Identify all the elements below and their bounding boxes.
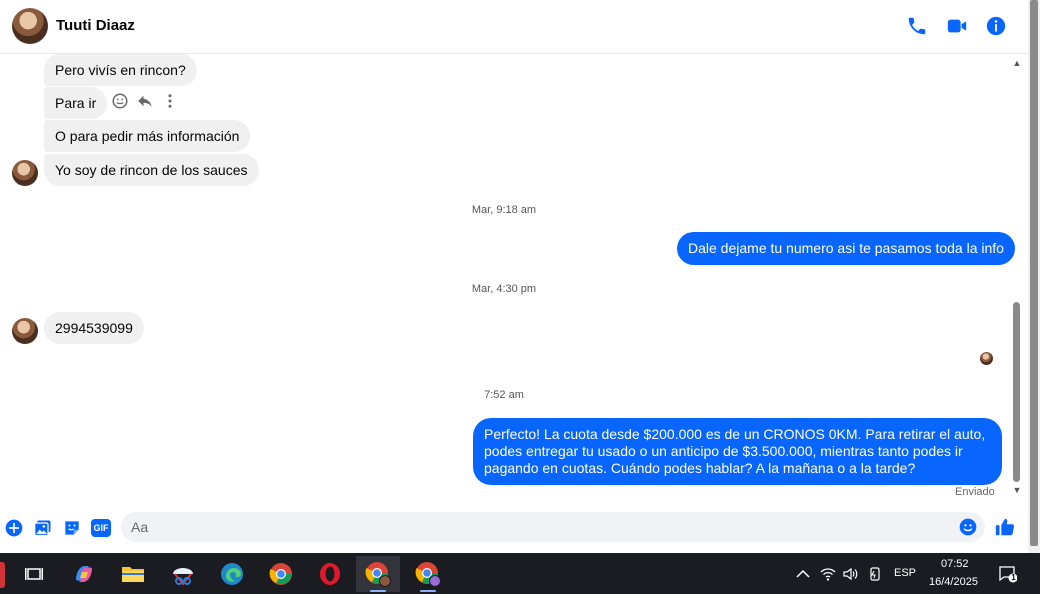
app-edge-icon[interactable] — [0, 562, 5, 588]
info-icon[interactable] — [985, 15, 1007, 37]
sticker-icon[interactable] — [62, 518, 82, 538]
incoming-message[interactable]: Para ir — [44, 87, 108, 119]
copilot-icon[interactable] — [62, 556, 106, 592]
chrome-profile-2-icon[interactable] — [406, 556, 450, 592]
incoming-message[interactable]: O para pedir más información — [44, 120, 251, 152]
chrome-icon[interactable] — [259, 556, 303, 592]
clock-time[interactable]: 07:52 — [941, 558, 969, 570]
message-input[interactable] — [121, 512, 985, 542]
contact-avatar-small[interactable] — [12, 318, 38, 344]
contact-name[interactable]: Tuuti Diaaz — [56, 17, 135, 34]
notification-count: 1 — [1011, 573, 1016, 582]
task-view-icon[interactable] — [12, 556, 56, 592]
language-indicator[interactable]: ESP — [894, 567, 916, 579]
reply-icon[interactable] — [136, 92, 154, 110]
battery-icon[interactable] — [867, 566, 883, 582]
phone-icon[interactable] — [906, 15, 928, 37]
snipping-tool-icon[interactable] — [161, 556, 205, 592]
chat-header: Tuuti Diaaz — [0, 0, 1028, 54]
clock-date[interactable]: 16/4/2025 — [929, 576, 978, 588]
more-options-icon[interactable] — [161, 92, 179, 110]
photo-icon[interactable] — [33, 518, 53, 538]
seen-receipt-avatar — [980, 352, 993, 365]
incoming-message[interactable]: 2994539099 — [44, 312, 144, 344]
scroll-up-arrow-icon[interactable]: ▲ — [1011, 58, 1023, 68]
volume-icon[interactable] — [843, 566, 859, 582]
opera-icon[interactable] — [308, 556, 352, 592]
window-scrollbar-thumb[interactable] — [1030, 0, 1038, 546]
plus-icon[interactable] — [4, 518, 24, 538]
outgoing-message[interactable]: Dale dejame tu numero asi te pasamos tod… — [677, 232, 1015, 265]
file-explorer-icon[interactable] — [111, 556, 155, 592]
wifi-icon[interactable] — [820, 566, 836, 582]
chevron-up-icon[interactable] — [795, 566, 811, 582]
edge-icon[interactable] — [210, 556, 254, 592]
emoji-icon[interactable] — [958, 517, 978, 537]
windows-taskbar — [0, 553, 1040, 594]
message-timestamp: 7:52 am — [484, 389, 524, 401]
react-emoji-icon[interactable] — [111, 92, 129, 110]
like-icon[interactable] — [994, 516, 1016, 538]
video-camera-icon[interactable] — [946, 15, 968, 37]
messenger-window: Tuuti Diaaz ▲ ▼ Pero vivís en rincon? Pa… — [0, 0, 1040, 594]
scroll-down-arrow-icon[interactable]: ▼ — [1011, 485, 1023, 495]
chat-scrollbar-thumb[interactable] — [1013, 302, 1020, 482]
message-timestamp: Mar, 9:18 am — [471, 204, 537, 216]
outgoing-message[interactable]: Perfecto! La cuota desde $200.000 es de … — [473, 418, 1002, 485]
message-timestamp: Mar, 4:30 pm — [471, 283, 537, 295]
contact-avatar[interactable] — [12, 8, 48, 44]
gif-icon[interactable]: GIF — [91, 519, 111, 537]
message-status: Enviado — [955, 486, 995, 498]
chrome-profile-1-icon[interactable] — [356, 556, 400, 592]
incoming-message[interactable]: Pero vivís en rincon? — [44, 54, 197, 86]
incoming-message[interactable]: Yo soy de rincon de los sauces — [44, 154, 259, 186]
contact-avatar-small[interactable] — [12, 160, 38, 186]
